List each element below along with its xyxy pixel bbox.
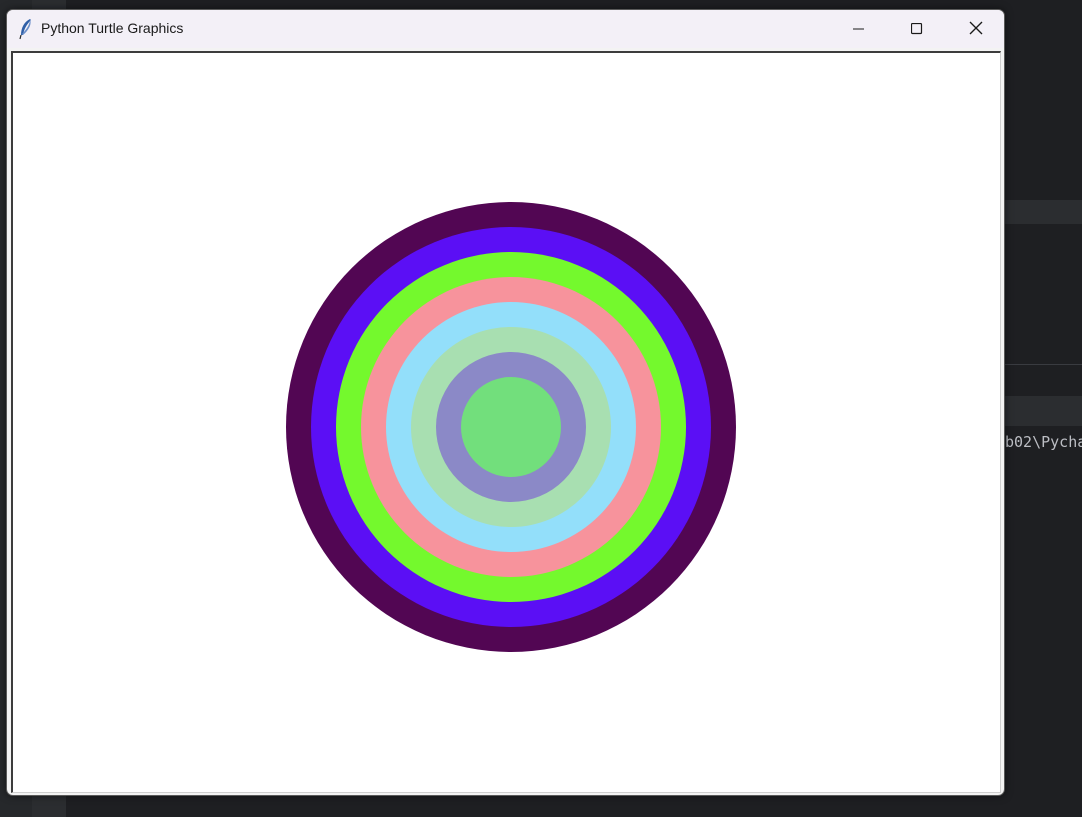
turtle-drawing bbox=[286, 202, 736, 652]
turtle-window: Python Turtle Graphics bbox=[6, 9, 1005, 796]
maximize-icon bbox=[910, 20, 923, 39]
feather-icon bbox=[18, 18, 34, 40]
ide-terminal-text: b02\Pycha bbox=[1005, 433, 1082, 451]
close-icon bbox=[969, 20, 983, 39]
ide-panel-header bbox=[1005, 200, 1082, 224]
close-button[interactable] bbox=[947, 10, 1004, 48]
window-title: Python Turtle Graphics bbox=[41, 20, 184, 36]
title-bar[interactable]: Python Turtle Graphics bbox=[7, 10, 1004, 48]
ide-run-tab-bar bbox=[1005, 396, 1082, 426]
turtle-canvas[interactable] bbox=[11, 51, 1001, 793]
minimize-button[interactable] bbox=[830, 10, 888, 48]
maximize-button[interactable] bbox=[888, 10, 946, 48]
ring-8 bbox=[461, 377, 561, 477]
minimize-icon bbox=[853, 20, 865, 39]
ide-panel-divider bbox=[1005, 364, 1082, 365]
